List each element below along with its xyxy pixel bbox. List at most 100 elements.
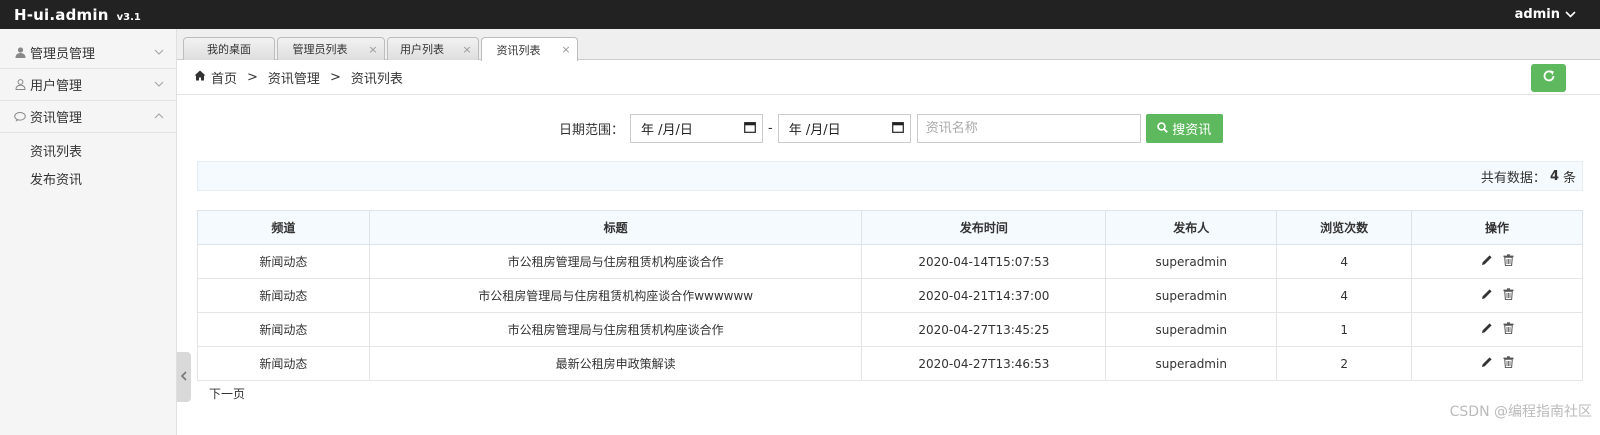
breadcrumb-separator: > [247, 69, 258, 85]
date-range-dash: - [768, 121, 773, 136]
comment-icon [13, 111, 27, 122]
breadcrumb-news-list: 资讯列表 [350, 71, 403, 87]
chevron-up-icon [154, 111, 164, 122]
cell-publish-time: 2020-04-21T14:37:00 [861, 278, 1107, 313]
cell-title: 最新公租房申政策解读 [368, 346, 863, 381]
tab-my-desktop[interactable]: 我的桌面 [183, 37, 275, 60]
sidebar-subitem-news-list[interactable]: 资讯列表 [0, 139, 176, 167]
username: admin [1514, 7, 1560, 22]
date-start-input[interactable]: 年 /月/日 [630, 114, 764, 143]
edit-icon[interactable] [1481, 254, 1493, 270]
tab-user-list[interactable]: 用户列表 × [387, 37, 479, 60]
column-header-actions: 操作 [1411, 210, 1583, 245]
cell-channel: 新闻动态 [197, 244, 370, 279]
sidebar-item-news-management[interactable]: 资讯管理 [0, 101, 176, 133]
breadcrumb-separator: > [329, 69, 341, 85]
table-row: 新闻动态 市公租房管理局与住房租赁机构座谈合作wwwwww 2020-04-21T1… [197, 278, 1583, 313]
sidebar-item-label: 用户管理 [30, 79, 83, 94]
cell-publisher: superadmin [1105, 312, 1278, 347]
sidebar-item-label: 管理员管理 [30, 47, 96, 62]
cell-actions [1411, 346, 1583, 381]
trash-icon[interactable] [1503, 321, 1514, 338]
cell-title: 市公租房管理局与住房租赁机构座谈合作wwwwww [368, 278, 863, 313]
brand: H-ui.admin v3.1 [0, 6, 141, 24]
cell-publish-time: 2020-04-27T13:45:25 [861, 312, 1107, 347]
column-header-title: 标题 [368, 210, 863, 245]
edit-icon[interactable] [1481, 356, 1493, 372]
trash-icon[interactable] [1503, 355, 1514, 372]
refresh-icon [1542, 69, 1556, 87]
cell-views: 4 [1276, 244, 1413, 279]
column-header-channel: 频道 [197, 210, 370, 245]
tab-label: 资讯列表 [496, 43, 541, 57]
edit-icon[interactable] [1481, 288, 1493, 304]
close-icon[interactable]: × [362, 43, 384, 56]
cell-publish-time: 2020-04-27T13:46:53 [861, 346, 1107, 381]
sidebar-item-label: 资讯管理 [30, 111, 83, 126]
cell-channel: 新闻动态 [197, 346, 370, 381]
data-count-bar: 共有数据： 4 条 [197, 161, 1583, 191]
column-header-publish-time: 发布时间 [861, 210, 1107, 245]
count-value: 4 [1549, 168, 1559, 184]
tab-bar: 我的桌面 管理员列表 × 用户列表 × 资讯列表 × [177, 29, 1600, 61]
cell-channel: 新闻动态 [197, 312, 370, 347]
date-end-input[interactable]: 年 /月/日 [777, 114, 911, 143]
home-icon [194, 70, 206, 85]
news-name-input[interactable] [916, 114, 1141, 143]
chevron-down-icon [1565, 7, 1576, 22]
cell-views: 1 [1276, 312, 1413, 347]
user-outline-icon [13, 79, 27, 90]
watermark: CSDN @编程指南社区 [1449, 404, 1592, 420]
close-icon[interactable]: × [456, 43, 478, 56]
news-table: 频道 标题 发布时间 发布人 浏览次数 操作 新闻动态 市公租房管理局与住房租赁机… [197, 210, 1583, 381]
close-icon[interactable]: × [555, 43, 577, 56]
count-suffix: 条 [1562, 170, 1576, 186]
tab-label: 用户列表 [400, 43, 444, 56]
chevron-left-icon [180, 370, 187, 384]
cell-title: 市公租房管理局与住房租赁机构座谈合作 [368, 244, 863, 279]
chevron-down-icon [154, 47, 164, 58]
sidebar: 管理员管理 用户管理 资讯管理 资讯列表 发布资讯 [0, 29, 177, 435]
sidebar-item-user-management[interactable]: 用户管理 [0, 69, 176, 101]
sidebar-item-admin-management[interactable]: 管理员管理 [0, 37, 176, 69]
app-version: v3.1 [116, 11, 141, 23]
cell-publisher: superadmin [1105, 244, 1278, 279]
user-menu[interactable]: admin [1515, 7, 1600, 22]
tab-news-list[interactable]: 资讯列表 × [481, 37, 578, 61]
tab-label: 管理员列表 [292, 43, 348, 56]
search-filter: 日期范围： 年 /月/日 - 年 /月/日 搜资讯 [559, 114, 1223, 143]
calendar-icon[interactable] [744, 121, 756, 136]
top-navbar: H-ui.admin v3.1 admin [0, 0, 1600, 29]
cell-publish-time: 2020-04-14T15:07:53 [861, 244, 1107, 279]
date-placeholder: 年 /月/日 [788, 123, 841, 138]
tab-admin-list[interactable]: 管理员列表 × [277, 37, 385, 60]
search-news-button[interactable]: 搜资讯 [1145, 114, 1223, 143]
breadcrumb-home[interactable]: 首页 [211, 68, 237, 87]
breadcrumb-news-management[interactable]: 资讯管理 [268, 68, 320, 87]
trash-icon[interactable] [1503, 253, 1514, 270]
submenu-news: 资讯列表 发布资讯 [0, 133, 176, 195]
cell-actions [1411, 244, 1583, 279]
edit-icon[interactable] [1481, 322, 1493, 338]
cell-views: 2 [1276, 346, 1413, 381]
column-header-publisher: 发布人 [1105, 210, 1278, 245]
next-page-link[interactable]: 下一页 [209, 385, 245, 402]
date-range-label: 日期范围： [559, 123, 625, 138]
sidebar-collapse-toggle[interactable] [177, 352, 191, 402]
breadcrumb: 首页 > 资讯管理 > 资讯列表 [177, 60, 1600, 95]
cell-actions [1411, 278, 1583, 313]
count-prefix: 共有数据： [1480, 170, 1546, 186]
calendar-icon[interactable] [891, 121, 904, 136]
cell-channel: 新闻动态 [197, 278, 370, 313]
cell-actions [1411, 312, 1583, 347]
trash-icon[interactable] [1503, 287, 1514, 304]
user-icon [13, 47, 27, 58]
cell-title: 市公租房管理局与住房租赁机构座谈合作 [368, 312, 863, 347]
table-row: 新闻动态 市公租房管理局与住房租赁机构座谈合作 2020-04-14T15:07:5… [197, 244, 1583, 279]
refresh-button[interactable] [1531, 64, 1566, 92]
date-placeholder: 年 /月/日 [641, 123, 693, 138]
table-header-row: 频道 标题 发布时间 发布人 浏览次数 操作 [197, 210, 1583, 245]
sidebar-subitem-publish-news[interactable]: 发布资讯 [0, 167, 176, 195]
app-logo[interactable]: H-ui.admin [14, 6, 109, 24]
cell-publisher: superadmin [1105, 278, 1278, 313]
